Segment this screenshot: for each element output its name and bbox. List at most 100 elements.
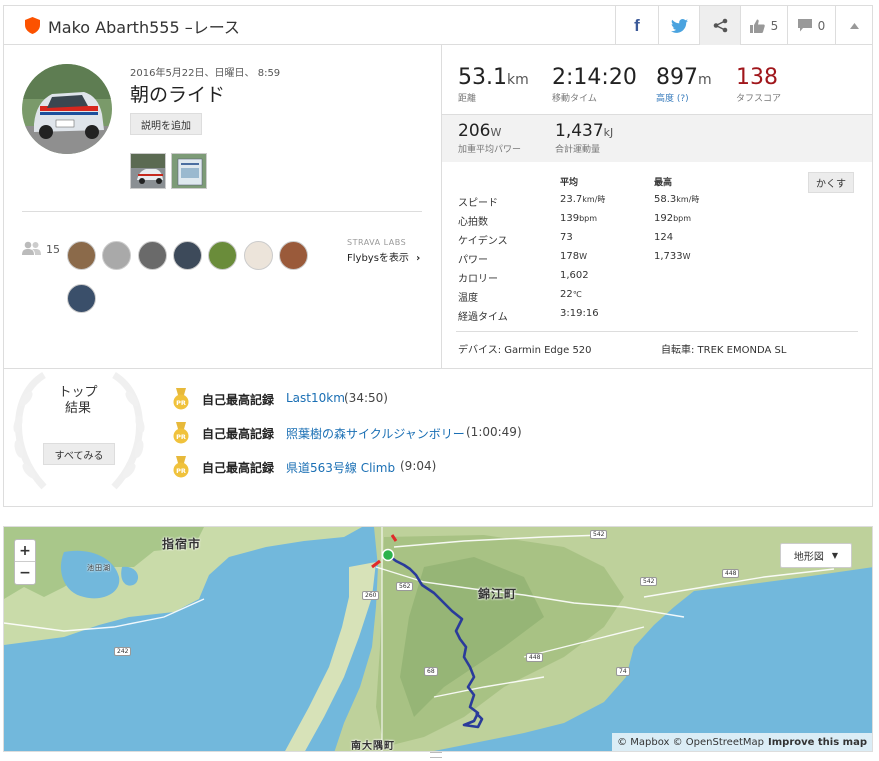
zoom-control: + − <box>14 539 36 585</box>
row-avg: 3:19:16 <box>560 308 599 319</box>
stat-suffer-score: 138 タフスコア <box>736 65 781 104</box>
see-all-button[interactable]: すべてみる <box>43 443 115 465</box>
add-description-button[interactable]: 説明を追加 <box>130 113 202 135</box>
page-title: Mako Abarth555 –レース <box>48 18 240 37</box>
row-max-unit: W <box>682 252 691 261</box>
map-label-ibusuki: 指宿市 <box>162 537 202 551</box>
power-value: 206 <box>458 121 491 141</box>
segment-link[interactable]: 照葉樹の森サイクルジャンボリー <box>286 425 465 442</box>
kudoer-avatar[interactable] <box>138 241 167 270</box>
row-avg-unit: ℃ <box>572 290 582 299</box>
elevation-label[interactable]: 高度 (?) <box>656 91 712 104</box>
row-max-unit: km/時 <box>676 195 700 204</box>
flybys-label: Flybysを表示 <box>347 253 409 264</box>
pr-time: (34:50) <box>344 391 388 405</box>
segment-link[interactable]: 県道563号線 Climb <box>286 459 395 476</box>
row-label: ケイデンス <box>458 236 508 247</box>
kudos-button[interactable]: 5 <box>740 6 787 45</box>
activity-date: 2016年5月22日、日曜日、 8:59 <box>130 68 281 79</box>
zoom-in-button[interactable]: + <box>15 540 35 562</box>
share-icon <box>713 18 727 33</box>
thumbs-up-icon <box>749 19 765 33</box>
row-avg: 178 <box>560 251 580 262</box>
power-label: 加重平均パワー <box>458 145 522 155</box>
row-max-unit: bpm <box>673 214 692 223</box>
sign-photo-thumb <box>172 154 206 188</box>
caret-down-icon: ▼ <box>831 551 839 560</box>
photo-thumbnail[interactable] <box>130 153 166 189</box>
comment-count: 0 <box>817 18 826 33</box>
kudoer-avatar[interactable] <box>279 241 308 270</box>
top-results-title-line2: 結果 <box>64 401 91 416</box>
row-avg: 73 <box>560 232 573 243</box>
map-label-minamiosumi: 南大隅町 <box>351 741 395 752</box>
kudos-count: 5 <box>770 18 779 33</box>
twitter-share-button[interactable] <box>658 6 699 45</box>
row-avg-unit: km/時 <box>582 195 606 204</box>
suffer-label: タフスコア <box>736 94 782 104</box>
kudoer-avatar[interactable] <box>67 284 96 313</box>
comment-button[interactable]: 0 <box>787 6 835 45</box>
athlete-avatar[interactable] <box>22 64 112 154</box>
zoom-out-button[interactable]: − <box>15 562 35 584</box>
stat-weighted-power: 206W 加重平均パワー <box>458 121 521 155</box>
pr-medal-icon: PR <box>173 422 189 444</box>
road-marker: 542 <box>590 530 608 539</box>
moving-time-value: 2:14:20 <box>552 65 637 90</box>
attribution-text[interactable]: © Mapbox © OpenStreetMap <box>617 737 764 748</box>
map-canvas <box>4 527 872 751</box>
segment-link[interactable]: Last10km <box>286 391 345 405</box>
hide-details-button[interactable]: かくす <box>808 172 854 193</box>
row-label: 温度 <box>458 293 478 304</box>
pr-label: 自己最高記録 <box>202 393 275 407</box>
collapse-button[interactable] <box>835 6 872 45</box>
car-photo-thumb <box>131 154 165 188</box>
facebook-share-button[interactable]: f <box>615 6 658 45</box>
kudos-total: 15 <box>46 243 60 256</box>
improve-map-link[interactable]: Improve this map <box>768 737 867 748</box>
power-band: 206W 加重平均パワー 1,437kJ 合計運動量 <box>442 114 872 162</box>
flybys-link[interactable]: Flybysを表示 › <box>347 249 420 264</box>
row-avg: 23.7 <box>560 194 583 205</box>
kudoer-avatar[interactable] <box>244 241 273 270</box>
facebook-icon: f <box>634 15 640 35</box>
stat-energy: 1,437kJ 合計運動量 <box>555 121 613 155</box>
map-label-nishiki: 錦江町 <box>478 587 518 601</box>
resize-handle[interactable] <box>430 752 442 758</box>
map-type-label: 地形図 <box>793 552 824 563</box>
row-avg-unit: bpm <box>579 214 598 223</box>
row-label: 経過タイム <box>458 312 508 323</box>
stat-distance: 53.1km 距離 <box>458 65 529 104</box>
kudoer-avatar[interactable] <box>67 241 96 270</box>
map-type-select[interactable]: 地形図 ▼ <box>780 543 852 568</box>
activity-header: Mako Abarth555 –レース f 5 0 <box>4 6 872 45</box>
top-results-title: トップ 結果 <box>50 385 106 417</box>
strava-labs-label: STRAVA LABS <box>347 238 407 247</box>
kudoer-avatar[interactable] <box>208 241 237 270</box>
activity-summary: 2016年5月22日、日曜日、 8:59 朝のライド 説明を追加 15 STRA… <box>4 45 441 368</box>
share-button[interactable] <box>699 6 740 45</box>
comment-icon <box>797 19 812 32</box>
row-label: カロリー <box>458 274 498 285</box>
distance-label: 距離 <box>458 94 477 104</box>
kudoer-avatar[interactable] <box>102 241 131 270</box>
activity-stats: 53.1km 距離 2:14:20 移動タイム 897m 高度 (?) 138 … <box>442 45 872 368</box>
energy-label: 合計運動量 <box>555 145 601 155</box>
pr-medal-text: PR <box>176 467 186 475</box>
energy-unit: kJ <box>603 126 614 139</box>
road-marker: 448 <box>526 653 544 662</box>
stat-elevation: 897m 高度 (?) <box>656 65 712 104</box>
route-map[interactable]: 指宿市 錦江町 南大隅町 池田湖 542 542 448 260 562 242… <box>3 526 873 752</box>
kudoer-avatar[interactable] <box>173 241 202 270</box>
shield-icon <box>25 17 40 34</box>
row-label: スピード <box>458 198 498 209</box>
top-results-title-line1: トップ <box>58 385 98 400</box>
bike-info: 自転車: TREK EMONDA SL <box>661 345 787 356</box>
row-label: 心拍数 <box>458 217 488 228</box>
map-label-ikeda: 池田湖 <box>87 564 111 572</box>
road-marker: 74 <box>616 667 630 676</box>
road-marker: 448 <box>722 569 740 578</box>
photo-thumbnail[interactable] <box>171 153 207 189</box>
row-label: パワー <box>458 255 488 266</box>
twitter-icon <box>670 18 688 33</box>
